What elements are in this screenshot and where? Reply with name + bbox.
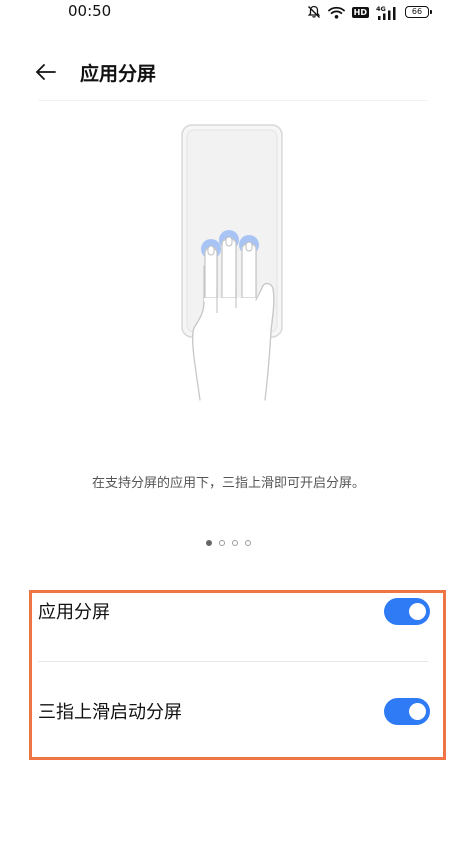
- page-dot-1[interactable]: [206, 540, 212, 546]
- three-finger-swipe-toggle[interactable]: [384, 697, 430, 725]
- toggle-knob: [409, 702, 426, 720]
- wifi-icon: [327, 6, 345, 19]
- network-type-label: 4G: [376, 5, 386, 13]
- bell-off-icon: [307, 5, 321, 19]
- page-dot-3[interactable]: [232, 540, 238, 546]
- status-time: 00:50: [68, 2, 112, 20]
- gesture-caption: 在支持分屏的应用下，三指上滑即可开启分屏。: [91, 476, 365, 491]
- status-bar: 00:50 HD 4G 66: [0, 0, 457, 24]
- app-header: 应用分屏: [0, 50, 457, 94]
- setting-row-app-split-screen[interactable]: 应用分屏: [38, 586, 430, 636]
- toggle-knob: [409, 602, 426, 620]
- setting-label: 三指上滑启动分屏: [38, 702, 182, 723]
- app-split-screen-toggle[interactable]: [384, 597, 430, 625]
- setting-label: 应用分屏: [38, 602, 110, 623]
- header-divider: [38, 100, 428, 101]
- setting-row-three-finger-swipe[interactable]: 三指上滑启动分屏: [38, 686, 430, 736]
- page-dot-4[interactable]: [245, 540, 251, 546]
- page-indicator: [0, 540, 457, 546]
- arrow-left-icon: [36, 64, 56, 80]
- hd-icon: HD: [351, 6, 369, 18]
- split-screen-settings-page: 00:50 HD 4G 66 应用分屏 在支持分屏的应用下，三指上滑即可开启分屏…: [0, 0, 457, 863]
- 4g-signal-icon: 4G: [376, 5, 398, 20]
- row-divider: [38, 661, 428, 662]
- back-button[interactable]: [32, 58, 60, 86]
- status-icons: HD 4G 66: [307, 3, 432, 21]
- page-title: 应用分屏: [80, 63, 157, 85]
- battery-icon: 66: [405, 6, 432, 18]
- three-finger-swipe-illustration: [170, 118, 295, 408]
- page-dot-2[interactable]: [219, 540, 225, 546]
